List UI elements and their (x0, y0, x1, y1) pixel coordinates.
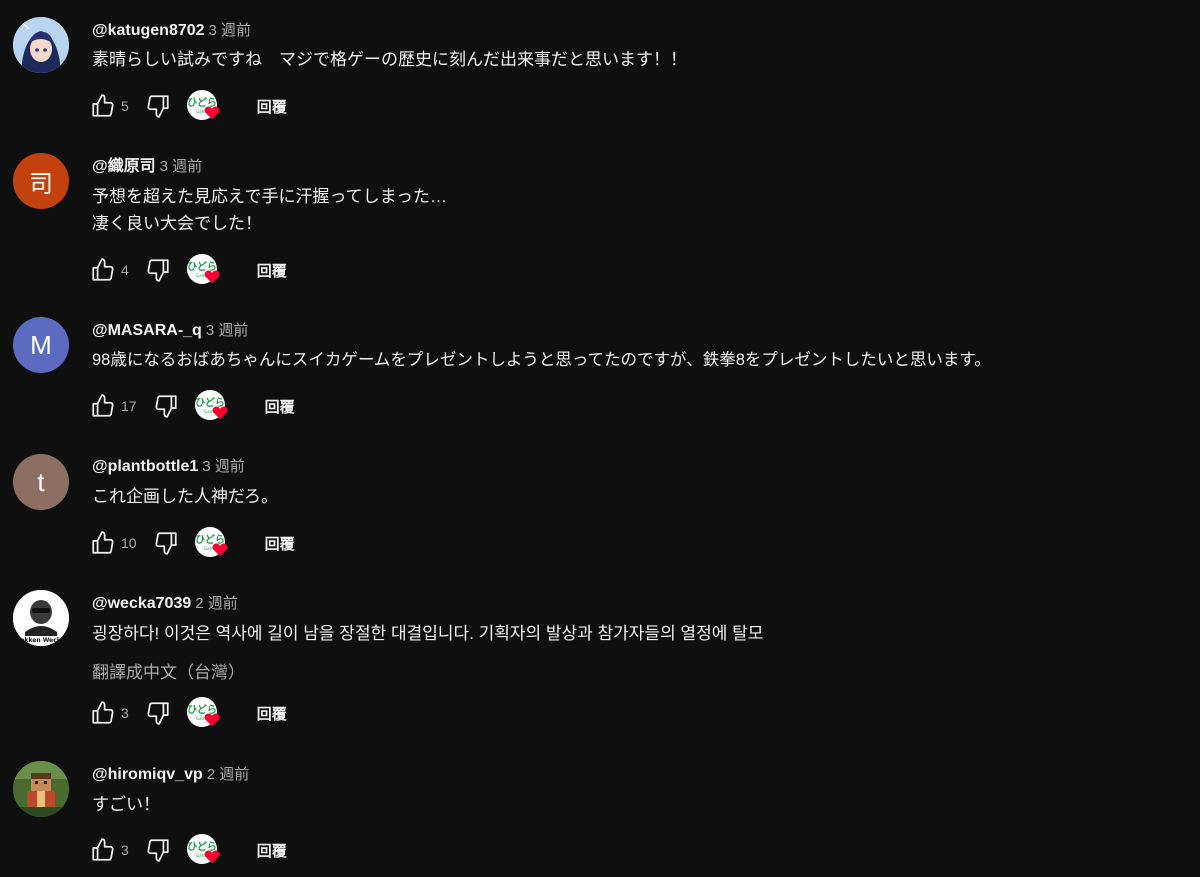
reply-button[interactable]: 回覆 (257, 840, 287, 861)
avatar-letter: t (37, 466, 45, 497)
creator-heart: ひどら Game (186, 88, 223, 124)
reply-button[interactable]: 回覆 (257, 96, 287, 117)
reply-button[interactable]: 回覆 (265, 533, 295, 554)
like-button[interactable] (88, 528, 118, 558)
comment-line: 予想を超えた見応えで手に汗握ってしまった… (92, 187, 447, 206)
dislike-button[interactable] (143, 255, 173, 285)
comment-actions: 17 ひどら Game 回覆 (88, 388, 295, 424)
dislike-button[interactable] (151, 391, 181, 421)
comment-time[interactable]: 2 週前 (195, 595, 238, 612)
dislike-button[interactable] (143, 698, 173, 728)
comment-actions: 3 ひどら Game 回覆 (88, 832, 287, 868)
reply-button[interactable]: 回覆 (257, 703, 287, 724)
thumbs-down-icon (155, 532, 177, 555)
comment-actions: 3 ひどら Game 回覆 (88, 695, 287, 731)
comment-actions: 5 ひどら Game 回覆 (88, 88, 287, 124)
thumbs-up-icon (92, 838, 114, 861)
avatar[interactable]: t (13, 454, 69, 510)
author-name[interactable]: @plantbottle1 (92, 458, 198, 475)
avatar-letter: M (30, 329, 52, 360)
heart-icon (204, 713, 220, 727)
creator-heart: ひどら Game (194, 388, 231, 424)
heart-icon (204, 270, 220, 284)
comment-header: @katugen8702 3 週前 (92, 21, 251, 41)
creator-heart: ひどら Game (186, 252, 223, 288)
heart-icon (204, 850, 220, 864)
thumbs-up-icon (92, 531, 114, 554)
dislike-button[interactable] (143, 91, 173, 121)
like-button[interactable] (88, 255, 118, 285)
thumbs-up-icon (92, 394, 114, 417)
thumbs-up-icon (92, 701, 114, 724)
author-name[interactable]: @織原司 (92, 158, 156, 175)
translate-link[interactable]: 翻譯成中文（台灣） (92, 658, 245, 683)
thumbs-down-icon (147, 839, 169, 862)
author-name[interactable]: @MASARA-_q (92, 322, 202, 339)
comment-line: 98歳になるおばあちゃんにスイカゲームをプレゼントしようと思ってたのですが、鉄拳… (92, 351, 991, 369)
comment-line: 굉장하다! 이것은 역사에 길이 남을 장절한 대결입니다. 기획자의 발상과 … (92, 624, 764, 643)
reply-button[interactable]: 回覆 (257, 260, 287, 281)
creator-heart: ひどら Game (194, 525, 231, 561)
comment-header: @plantbottle1 3 週前 (92, 457, 245, 477)
thumbs-down-icon (147, 702, 169, 725)
like-count: 4 (121, 262, 129, 278)
comment-time[interactable]: 3 週前 (202, 458, 245, 475)
dislike-button[interactable] (151, 528, 181, 558)
avatar[interactable] (13, 17, 69, 73)
avatar[interactable]: Tekken Wecka (13, 590, 69, 646)
heart-icon (212, 543, 227, 557)
comment-actions: 10 ひどら Game 回覆 (88, 525, 295, 561)
comment-header: @織原司 3 週前 (92, 157, 202, 177)
avatar[interactable]: 司 (13, 153, 69, 209)
like-count: 5 (121, 98, 129, 114)
avatar-letter: 司 (29, 169, 53, 198)
avatar[interactable]: M (13, 317, 69, 373)
creator-heart: ひどら Game (186, 695, 223, 731)
comment-header: @MASARA-_q 3 週前 (92, 321, 248, 341)
dislike-button[interactable] (143, 835, 173, 865)
comment-line: これ企画した人神だろ。 (92, 487, 278, 506)
comment-text: これ企画した人神だろ。 (92, 483, 278, 510)
anime-avatar-image (13, 17, 69, 73)
thumbs-up-icon (92, 258, 114, 281)
like-count: 10 (121, 535, 137, 551)
comment-time[interactable]: 3 週前 (206, 322, 249, 339)
comment-actions: 4 ひどら Game 回覆 (88, 252, 287, 288)
like-count: 3 (121, 842, 129, 858)
comment-text: 予想を超えた見応えで手に汗握ってしまった… 凄く良い大会でした！ (92, 183, 447, 237)
like-button[interactable] (88, 91, 118, 121)
like-button[interactable] (88, 391, 118, 421)
pixel-avatar-image (13, 761, 69, 817)
author-name[interactable]: @wecka7039 (92, 595, 191, 612)
comment-time[interactable]: 3 週前 (160, 158, 203, 175)
comment-text: 98歳になるおばあちゃんにスイカゲームをプレゼントしようと思ってたのですが、鉄拳… (92, 347, 991, 374)
thumbs-up-icon (92, 94, 114, 117)
like-count: 17 (121, 398, 137, 414)
author-name[interactable]: @hiromiqv_vp (92, 766, 203, 783)
like-button[interactable] (88, 698, 118, 728)
wecka-avatar-image: Tekken Wecka (13, 590, 69, 646)
thumbs-down-icon (147, 259, 169, 282)
comment-header: @hiromiqv_vp 2 週前 (92, 765, 249, 785)
comment-text: 굉장하다! 이것은 역사에 길이 남을 장절한 대결입니다. 기획자의 발상과 … (92, 620, 763, 647)
heart-icon (212, 406, 227, 420)
comment-line: 凄く良い大会でした！ (92, 214, 262, 233)
creator-heart: ひどら Game (186, 832, 223, 868)
reply-button[interactable]: 回覆 (265, 396, 295, 417)
heart-icon (204, 106, 220, 120)
svg-text:Tekken Wecka: Tekken Wecka (17, 637, 65, 644)
comment-text: 素晴らしい試みですね マジで格ゲーの歴史に刻んだ出来事だと思います！！ (92, 46, 687, 73)
comment-time[interactable]: 3 週前 (209, 22, 252, 39)
comment-time[interactable]: 2 週前 (207, 766, 250, 783)
comment-header: @wecka7039 2 週前 (92, 594, 238, 614)
comment-line: すごい！ (92, 795, 160, 814)
thumbs-down-icon (155, 395, 177, 418)
author-name[interactable]: @katugen8702 (92, 22, 205, 39)
comment-text: すごい！ (92, 791, 160, 818)
thumbs-down-icon (147, 95, 169, 118)
avatar[interactable] (13, 761, 69, 817)
comment-line: 素晴らしい試みですね マジで格ゲーの歴史に刻んだ出来事だと思います！！ (92, 50, 687, 69)
like-count: 3 (121, 705, 129, 721)
like-button[interactable] (88, 835, 118, 865)
